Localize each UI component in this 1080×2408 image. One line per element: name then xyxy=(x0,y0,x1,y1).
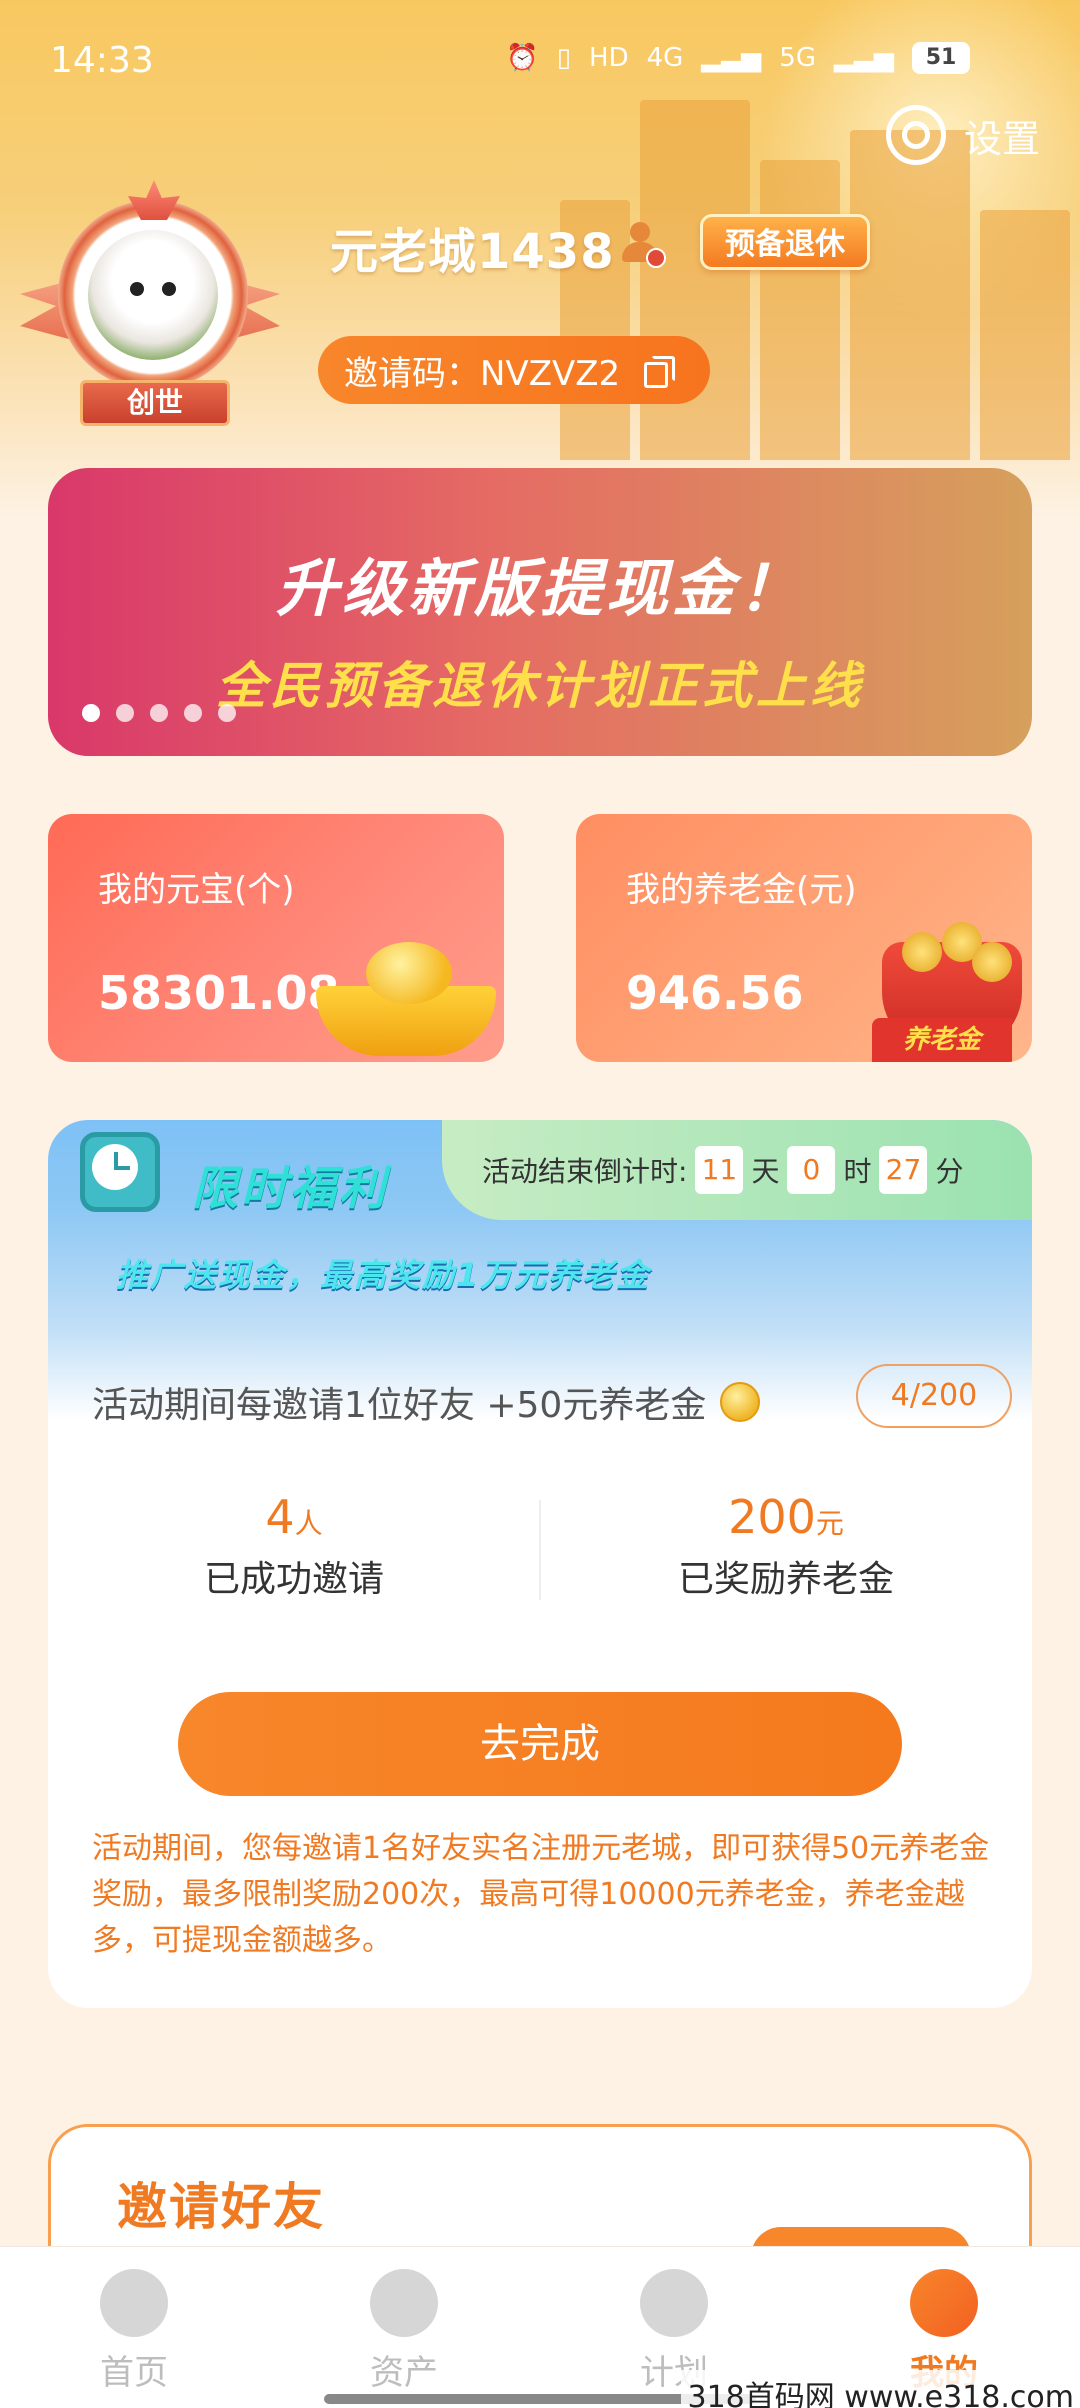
username: 元老城1438 xyxy=(330,224,615,280)
settings-label: 设置 xyxy=(963,116,1040,161)
welfare-title: 限时福利 xyxy=(192,1161,388,1215)
minutes-unit: 分 xyxy=(935,1155,964,1188)
welfare-stats: 4人 已成功邀请 200元 已奖励养老金 xyxy=(48,1490,1032,1630)
welfare-note: 活动期间，您每邀请1名好友实名注册元老城，即可获得50元养老金奖励，最多限制奖励… xyxy=(92,1831,990,1958)
pension-card[interactable]: 我的养老金(元) 946.56 养老金 xyxy=(576,814,1032,1062)
building-shape xyxy=(760,160,840,460)
assets-icon xyxy=(370,2269,438,2337)
yuanbao-label: 我的元宝(个) xyxy=(98,870,295,910)
invite-code-pill[interactable]: 邀请码：NVZVZ2 xyxy=(318,336,710,404)
invite-friends-title: 邀请好友 xyxy=(117,2178,325,2236)
copy-icon[interactable] xyxy=(644,356,676,388)
tab-assets[interactable]: 资产 xyxy=(314,2269,494,2394)
banner-pagination xyxy=(82,704,236,722)
alarm-icon: ⏰ xyxy=(506,43,539,73)
building-shape xyxy=(640,100,750,460)
go-complete-button[interactable]: 去完成 xyxy=(178,1692,902,1796)
welfare-subtitle: 推广送现金，最高奖励1万元养老金 xyxy=(116,1256,651,1294)
signal-icon: ▂▃▅ xyxy=(834,43,894,73)
pagination-dot[interactable] xyxy=(150,704,168,722)
battery-icon: 51 xyxy=(912,42,970,74)
home-icon xyxy=(100,2269,168,2337)
avatar[interactable]: 创世 xyxy=(20,180,290,430)
countdown-hours: 0 xyxy=(787,1146,836,1194)
pension-bag-label: 养老金 xyxy=(872,1018,1012,1062)
invited-desc: 已成功邀请 xyxy=(203,1559,384,1600)
welfare-section: 限时福利 活动结束倒计时: 11 天 0 时 27 分 推广送现金，最高奖励1万… xyxy=(48,1120,1032,2008)
status-icons: ⏰ ▯ HD 4G ▂▃▅ 5G ▂▃▅ 51 xyxy=(506,42,970,74)
invite-progress-badge: 4/200 xyxy=(856,1364,1012,1428)
reward-stat: 200元 已奖励养老金 xyxy=(540,1490,1032,1602)
network-4g-label: 4G xyxy=(646,43,684,73)
pagination-dot[interactable] xyxy=(184,704,202,722)
tab-label: 首页 xyxy=(100,2353,168,2393)
vibrate-icon: ▯ xyxy=(556,43,572,73)
tab-label: 资产 xyxy=(370,2353,438,2393)
pagination-dot[interactable] xyxy=(218,704,236,722)
pagination-dot[interactable] xyxy=(82,704,100,722)
banner-title: 升级新版提现金！ xyxy=(275,552,804,625)
status-bar: 14:33 ⏰ ▯ HD 4G ▂▃▅ 5G ▂▃▅ 51 xyxy=(0,0,1080,120)
avatar-badge: 创世 xyxy=(80,380,230,426)
yuanbao-card[interactable]: 我的元宝(个) 58301.08 xyxy=(48,814,504,1062)
gold-ingot-icon xyxy=(316,942,496,1062)
invited-unit: 人 xyxy=(294,1507,323,1540)
plan-icon xyxy=(640,2269,708,2337)
signal-icon: ▂▃▅ xyxy=(701,43,762,73)
verified-user-icon xyxy=(620,222,666,268)
gear-icon xyxy=(885,105,946,165)
countdown-days: 11 xyxy=(695,1146,744,1194)
watermark-text: 318首码网 www.e318.com xyxy=(681,2370,1080,2408)
tab-home[interactable]: 首页 xyxy=(44,2269,224,2394)
days-unit: 天 xyxy=(751,1155,780,1188)
hd-icon: HD xyxy=(589,43,629,73)
reward-amount: 200 xyxy=(728,1490,816,1544)
invited-stat: 4人 已成功邀请 xyxy=(48,1490,540,1602)
reward-desc: 已奖励养老金 xyxy=(677,1559,894,1600)
pagination-dot[interactable] xyxy=(116,704,134,722)
building-shape xyxy=(850,130,970,460)
pension-label: 我的养老金(元) xyxy=(626,870,857,910)
building-shape xyxy=(980,210,1070,460)
settings-button[interactable]: 设置 xyxy=(885,105,1040,165)
red-envelope-pot-icon: 养老金 xyxy=(872,902,1022,1062)
network-5g-label: 5G xyxy=(779,43,816,73)
hours-unit: 时 xyxy=(843,1155,872,1188)
welfare-rule: 活动期间每邀请1位好友 +50元养老金 xyxy=(92,1376,761,1428)
invite-code-text: 邀请码：NVZVZ2 xyxy=(344,353,621,394)
profile-icon xyxy=(910,2269,978,2337)
welfare-rule-text: 活动期间每邀请1位好友 +50元养老金 xyxy=(92,1385,707,1426)
reward-unit: 元 xyxy=(815,1507,844,1540)
yuanbao-value: 58301.08 xyxy=(98,966,340,1020)
eye-shape xyxy=(130,282,144,296)
eye-shape xyxy=(162,282,176,296)
invited-count: 4 xyxy=(265,1490,295,1544)
avatar-image xyxy=(88,230,218,360)
countdown-bar: 活动结束倒计时: 11 天 0 时 27 分 xyxy=(442,1120,1032,1220)
countdown-label: 活动结束倒计时: xyxy=(482,1155,688,1188)
status-time: 14:33 xyxy=(50,40,154,81)
countdown-minutes: 27 xyxy=(879,1146,928,1194)
retire-tag: 预备退休 xyxy=(700,214,870,270)
gold-coin-icon xyxy=(720,1382,761,1422)
pension-value: 946.56 xyxy=(626,966,804,1020)
clock-icon xyxy=(80,1132,160,1222)
